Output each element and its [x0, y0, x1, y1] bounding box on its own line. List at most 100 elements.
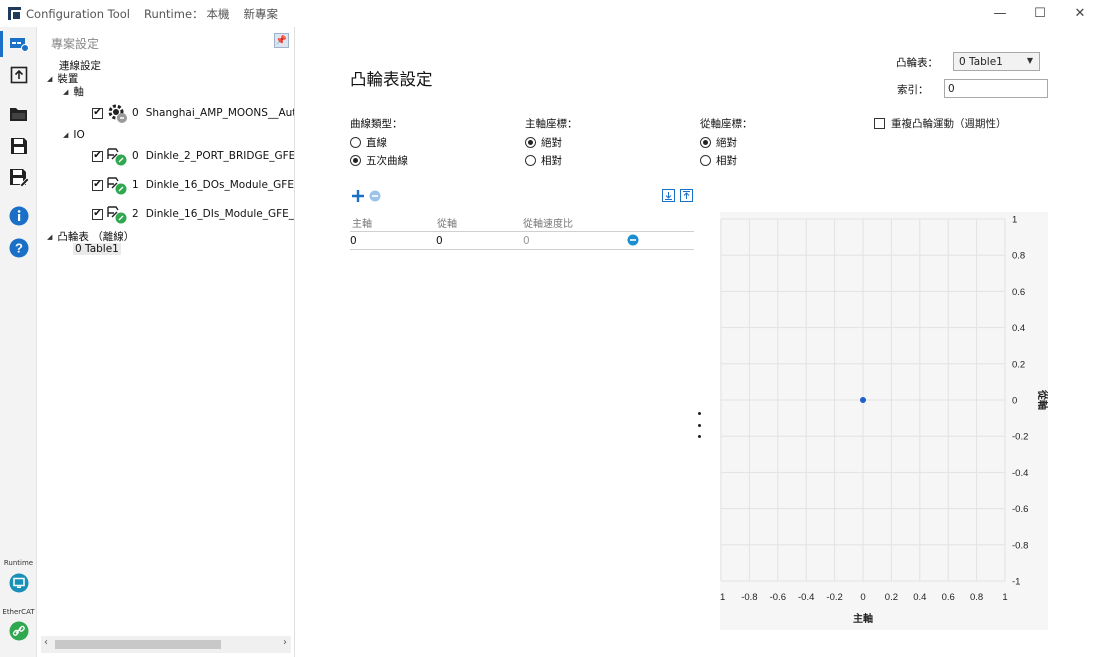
y-tick-label: -1 [1012, 577, 1020, 588]
x-tick-label: -1 [720, 592, 725, 603]
expand-triangle-icon[interactable]: ◢ [47, 233, 52, 241]
save-as-button[interactable] [0, 163, 37, 193]
ethercat-button[interactable] [0, 616, 37, 646]
repeat-cam-checkbox[interactable]: 重複凸輪運動（週期性） [874, 116, 1007, 131]
radio-button[interactable] [525, 137, 536, 148]
pin-panel-button[interactable]: 📌 [274, 33, 289, 48]
radio-button[interactable] [700, 137, 711, 148]
radio-button[interactable] [350, 155, 361, 166]
tree-item-label: IO [73, 129, 85, 141]
checkbox[interactable] [874, 118, 885, 129]
table-row-divider [350, 249, 694, 250]
delete-row-button[interactable] [627, 234, 639, 246]
index-label: 索引： [897, 84, 929, 96]
radio-label: 相對 [541, 155, 562, 167]
y-tick-label: 0.2 [1012, 359, 1025, 370]
panel-title: 專案設定 [51, 37, 100, 51]
tree-item-axis-0[interactable]: ✔ 0 Shanghai_AMP_MOONS__Autom [92, 102, 294, 124]
maximize-button[interactable]: ☐ [1020, 0, 1060, 27]
expand-triangle-icon[interactable]: ◢ [63, 88, 68, 96]
close-button[interactable]: ✕ [1060, 0, 1100, 27]
x-axis-label: 主軸 [853, 612, 873, 625]
info-button[interactable] [0, 201, 37, 231]
minimize-button[interactable]: — [980, 0, 1020, 27]
cell-slave[interactable]: 0 [436, 235, 443, 247]
tree-item-io-group[interactable]: ◢ IO [63, 129, 85, 141]
master-coord-label: 主軸座標： [525, 118, 578, 130]
data-point [860, 397, 866, 403]
cam-table-value: 0 Table1 [959, 55, 1003, 68]
master-option-absolute[interactable]: 絕對 [525, 135, 562, 150]
radio-button[interactable] [350, 137, 361, 148]
add-row-button[interactable] [350, 188, 365, 203]
cam-table-select[interactable]: 0 Table1 ▼ [953, 52, 1040, 71]
y-tick-label: -0.8 [1012, 540, 1028, 551]
slave-coord-label: 從軸座標： [700, 118, 753, 130]
scroll-right-icon[interactable]: › [283, 637, 287, 648]
x-tick-label: -0.4 [798, 592, 814, 603]
column-header-master[interactable]: 主軸 [352, 215, 372, 230]
x-tick-label: -0.2 [826, 592, 842, 603]
io-checkbox[interactable]: ✔ [92, 179, 103, 191]
horizontal-scrollbar[interactable]: ‹ › [41, 636, 291, 653]
radio-label: 相對 [716, 155, 737, 167]
panel-splitter[interactable] [697, 412, 701, 438]
index-input[interactable]: 0 [944, 79, 1048, 98]
x-tick-label: 1 [1002, 592, 1007, 603]
tree-item-cam-group[interactable]: ◢ 凸輪表 （離線） [47, 229, 134, 244]
help-icon: ? [9, 238, 28, 258]
app-name: Configuration Tool [26, 6, 130, 21]
runtime-button[interactable] [0, 568, 37, 598]
master-option-relative[interactable]: 相對 [525, 153, 562, 168]
chart-svg: -1 -0.8 -0.6 -0.4 -0.2 0 0.2 0.4 0.6 0.8 1 1 0.8 0.6 0… [717, 215, 1049, 626]
expand-triangle-icon[interactable]: ◢ [63, 131, 68, 139]
tree-item-label: 軸 [73, 86, 84, 98]
tree-item-io-2[interactable]: ✔ 2 Dinkle_16_DIs_Module_GFE_DI01 [92, 203, 294, 225]
scrollbar-thumb[interactable] [55, 640, 221, 649]
tree-item-axis-group[interactable]: ◢ 軸 [63, 84, 84, 99]
axis-checkbox[interactable]: ✔ [92, 107, 103, 119]
y-tick-label: -0.4 [1012, 468, 1028, 479]
upload-button[interactable] [0, 60, 37, 90]
curve-option-linear[interactable]: 直線 [350, 135, 387, 150]
curve-option-quintic[interactable]: 五次曲線 [350, 153, 408, 168]
project-tree-panel: 專案設定 📌 連線設定 ◢ 裝置 ◢ 軸 ✔ 0 Shanghai_AMP_MO… [37, 27, 295, 657]
project-settings-button[interactable] [0, 29, 37, 59]
x-tick-label: 0.2 [885, 592, 898, 603]
chevron-down-icon: ▼ [1026, 56, 1033, 65]
curve-type-label: 曲線類型： [350, 118, 403, 130]
plus-icon [351, 189, 364, 202]
y-tick-label: -0.6 [1012, 504, 1028, 515]
title-bar: Configuration Tool Runtime： 本機 新專案 — ☐ ✕ [0, 0, 1100, 27]
slave-option-absolute[interactable]: 絕對 [700, 135, 737, 150]
io-checkbox[interactable]: ✔ [92, 150, 103, 162]
export-button[interactable] [680, 189, 693, 202]
tree-item-io-0[interactable]: ✔ 0 Dinkle_2_PORT_BRIDGE_GFE_BRC [92, 145, 294, 167]
ethercat-rail-label: EtherCAT [2, 608, 35, 616]
cell-master[interactable]: 0 [350, 235, 357, 247]
radio-button[interactable] [525, 155, 536, 166]
open-folder-button[interactable] [0, 99, 37, 129]
tree-item-io-1[interactable]: ✔ 1 Dinkle_16_DOs_Module_GFE_DQ [92, 174, 294, 196]
radio-button[interactable] [700, 155, 711, 166]
y-tick-label: 0.4 [1012, 323, 1025, 334]
tree-item-label: 凸輪表 （離線） [57, 231, 135, 243]
link-icon [9, 621, 28, 641]
column-header-ratio[interactable]: 從軸速度比 [523, 215, 573, 230]
x-tick-label: 0.6 [942, 592, 955, 603]
column-header-slave[interactable]: 從軸 [437, 215, 457, 230]
save-button[interactable] [0, 131, 37, 161]
y-tick-label: -0.2 [1012, 432, 1028, 443]
remove-row-button[interactable] [368, 189, 381, 202]
project-settings-icon [9, 38, 29, 52]
device-index: 0 [132, 107, 139, 119]
io-checkbox[interactable]: ✔ [92, 208, 103, 220]
scroll-left-icon[interactable]: ‹ [44, 637, 48, 648]
device-index: 2 [132, 208, 139, 220]
tree-item-cam-table-0[interactable]: 0 Table1 [73, 243, 121, 255]
cell-ratio: 0 [523, 235, 530, 247]
expand-triangle-icon[interactable]: ◢ [47, 75, 52, 83]
help-button[interactable]: ? [0, 233, 37, 263]
import-button[interactable] [662, 189, 675, 202]
slave-option-relative[interactable]: 相對 [700, 153, 737, 168]
